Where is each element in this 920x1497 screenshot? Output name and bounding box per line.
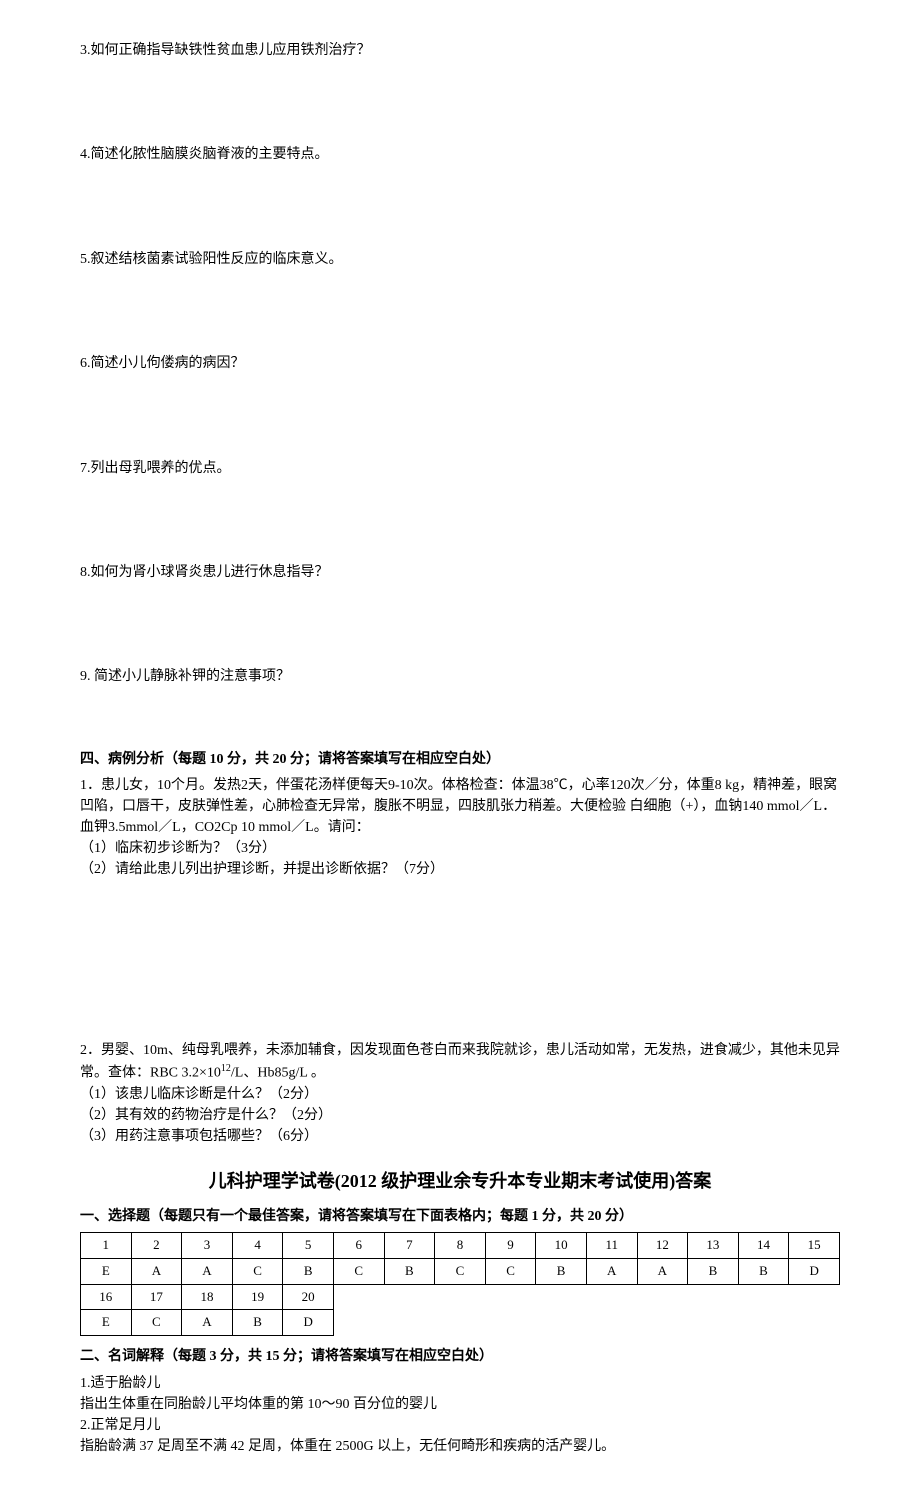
term-2-name: 2.正常足月儿 [80,1415,840,1436]
table-cell: 20 [283,1284,334,1310]
case-1-sub1: （1）临床初步诊断为？（3分） [80,838,840,859]
table-cell: A [182,1258,233,1284]
case-2: 2．男婴、10m、纯母乳喂养，未添加辅食，因发现面色苍白而来我院就诊，患儿活动如… [80,1040,840,1147]
table-cell: 15 [789,1232,840,1258]
table-cell: 18 [182,1284,233,1310]
terms-section-header: 二、名词解释（每题 3 分，共 15 分；请将答案填写在相应空白处） [80,1346,840,1368]
case-1: 1．患儿女，10个月。发热2天，伴蛋花汤样便每天9-10次。体格检查：体温38℃… [80,775,840,880]
table-cell: A [586,1258,637,1284]
answer-title: 儿科护理学试卷(2012 级护理业余专升本专业期末考试使用)答案 [80,1167,840,1196]
table-cell: B [283,1258,334,1284]
table-cell: B [688,1258,739,1284]
table-cell: C [333,1258,384,1284]
table-cell: 1 [81,1232,132,1258]
answer-table: 1 2 3 4 5 6 7 8 9 10 11 12 13 14 15 E A … [80,1232,840,1336]
question-4: 4.简述化脓性脑膜炎脑脊液的主要特点。 [80,144,840,166]
table-cell: A [182,1310,233,1336]
table-cell: C [485,1258,536,1284]
table-cell: B [384,1258,435,1284]
table-cell: C [131,1310,182,1336]
table-cell: B [232,1310,283,1336]
case-2-stem-a: 2．男婴、10m、纯母乳喂养，未添加辅食，因发现面色苍白而来我院就诊，患儿活动如… [80,1043,840,1081]
table-cell: E [81,1258,132,1284]
table-cell: 3 [182,1232,233,1258]
case-2-sup: 12 [221,1063,231,1074]
table-cell: B [536,1258,587,1284]
table-cell-empty [333,1310,839,1336]
table-cell: C [435,1258,486,1284]
table-cell: 9 [485,1232,536,1258]
term-1-def: 指出生体重在同胎龄儿平均体重的第 10～90 百分位的婴儿 [80,1394,840,1415]
section-4-header: 四、病例分析（每题 10 分，共 20 分；请将答案填写在相应空白处） [80,749,840,771]
table-row: E A A C B C B C C B A A B B D [81,1258,840,1284]
table-row: E C A B D [81,1310,840,1336]
table-cell: A [637,1258,688,1284]
term-2-def: 指胎龄满 37 足周至不满 42 足周，体重在 2500G 以上，无任何畸形和疾… [80,1436,840,1457]
table-row: 16 17 18 19 20 [81,1284,840,1310]
case-2-sub3: （3）用药注意事项包括哪些？（6分） [80,1126,840,1147]
question-9: 9. 简述小儿静脉补钾的注意事项？ [80,666,840,688]
table-cell: 6 [333,1232,384,1258]
table-cell: 5 [283,1232,334,1258]
case-2-stem: 2．男婴、10m、纯母乳喂养，未添加辅食，因发现面色苍白而来我院就诊，患儿活动如… [80,1040,840,1084]
mc-section-header: 一、选择题（每题只有一个最佳答案，请将答案填写在下面表格内；每题 1 分，共 2… [80,1206,840,1228]
table-cell: 11 [586,1232,637,1258]
table-cell: 4 [232,1232,283,1258]
table-cell: E [81,1310,132,1336]
table-cell: 19 [232,1284,283,1310]
question-8: 8.如何为肾小球肾炎患儿进行休息指导？ [80,562,840,584]
table-cell: 2 [131,1232,182,1258]
table-cell: 16 [81,1284,132,1310]
table-cell: 7 [384,1232,435,1258]
question-7: 7.列出母乳喂养的优点。 [80,458,840,480]
table-cell: 10 [536,1232,587,1258]
table-cell: D [283,1310,334,1336]
case-2-sub2: （2）其有效的药物治疗是什么？（2分） [80,1105,840,1126]
table-cell: B [738,1258,789,1284]
case-1-stem: 1．患儿女，10个月。发热2天，伴蛋花汤样便每天9-10次。体格检查：体温38℃… [80,775,840,838]
table-cell: 13 [688,1232,739,1258]
question-6: 6.简述小儿佝偻病的病因？ [80,353,840,375]
table-cell: A [131,1258,182,1284]
table-cell: 8 [435,1232,486,1258]
term-1-name: 1.适于胎龄儿 [80,1373,840,1394]
case-2-sub1: （1）该患儿临床诊断是什么？（2分） [80,1084,840,1105]
case-1-sub2: （2）请给此患儿列出护理诊断，并提出诊断依据？（7分） [80,859,840,880]
table-row: 1 2 3 4 5 6 7 8 9 10 11 12 13 14 15 [81,1232,840,1258]
table-cell: 17 [131,1284,182,1310]
table-cell: C [232,1258,283,1284]
table-cell: 12 [637,1232,688,1258]
table-cell-empty [333,1284,839,1310]
case-2-stem-b: /L、Hb85g/L 。 [231,1066,325,1081]
table-cell: D [789,1258,840,1284]
question-5: 5.叙述结核菌素试验阳性反应的临床意义。 [80,249,840,271]
question-3: 3.如何正确指导缺铁性贫血患儿应用铁剂治疗？ [80,40,840,62]
table-cell: 14 [738,1232,789,1258]
